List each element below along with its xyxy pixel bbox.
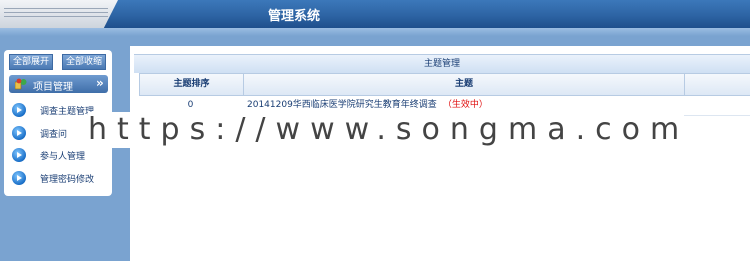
topic-title: 20141209华西临床医学院研究生教育年终调查 (247, 100, 437, 110)
column-header-topic: 主题 (244, 74, 685, 95)
collapse-all-button[interactable]: 全部收缩 (62, 54, 107, 70)
menu-header-label: 项目管理 (33, 82, 73, 93)
sidebar-item-label: 管理密码修改 (40, 175, 95, 185)
sidebar-item-label: 参与人管理 (40, 152, 86, 162)
header-sub-bar (0, 28, 750, 36)
app-title: 管理系统 (268, 9, 321, 24)
watermark-overlay: https://www.songma.com (88, 112, 684, 148)
play-bullet-icon (12, 103, 26, 117)
sidebar-item-label: 调查问 (40, 130, 68, 140)
expand-all-button[interactable]: 全部展开 (9, 54, 54, 70)
play-bullet-icon (12, 171, 26, 185)
top-bar-left-decoration (0, 0, 118, 28)
main-panel: 主题管理 主题排序 主题 0 20141209华西临床医学院研究生教育年终调查（… (130, 46, 750, 261)
project-icon (15, 78, 27, 90)
status-active-badge: （生效中） (442, 100, 488, 110)
top-bar: 管理系统 (0, 0, 750, 28)
column-header-order: 主题排序 (140, 74, 244, 95)
menu-header-project-management[interactable]: 项目管理 » (9, 75, 108, 93)
chevron-right-icon: » (96, 76, 104, 90)
panel-title: 主题管理 (134, 54, 750, 73)
table-header: 主题排序 主题 (139, 73, 750, 96)
play-bullet-icon (12, 126, 26, 140)
sidebar-item-label: 调查主题管理 (40, 107, 95, 117)
play-bullet-icon (12, 148, 26, 162)
